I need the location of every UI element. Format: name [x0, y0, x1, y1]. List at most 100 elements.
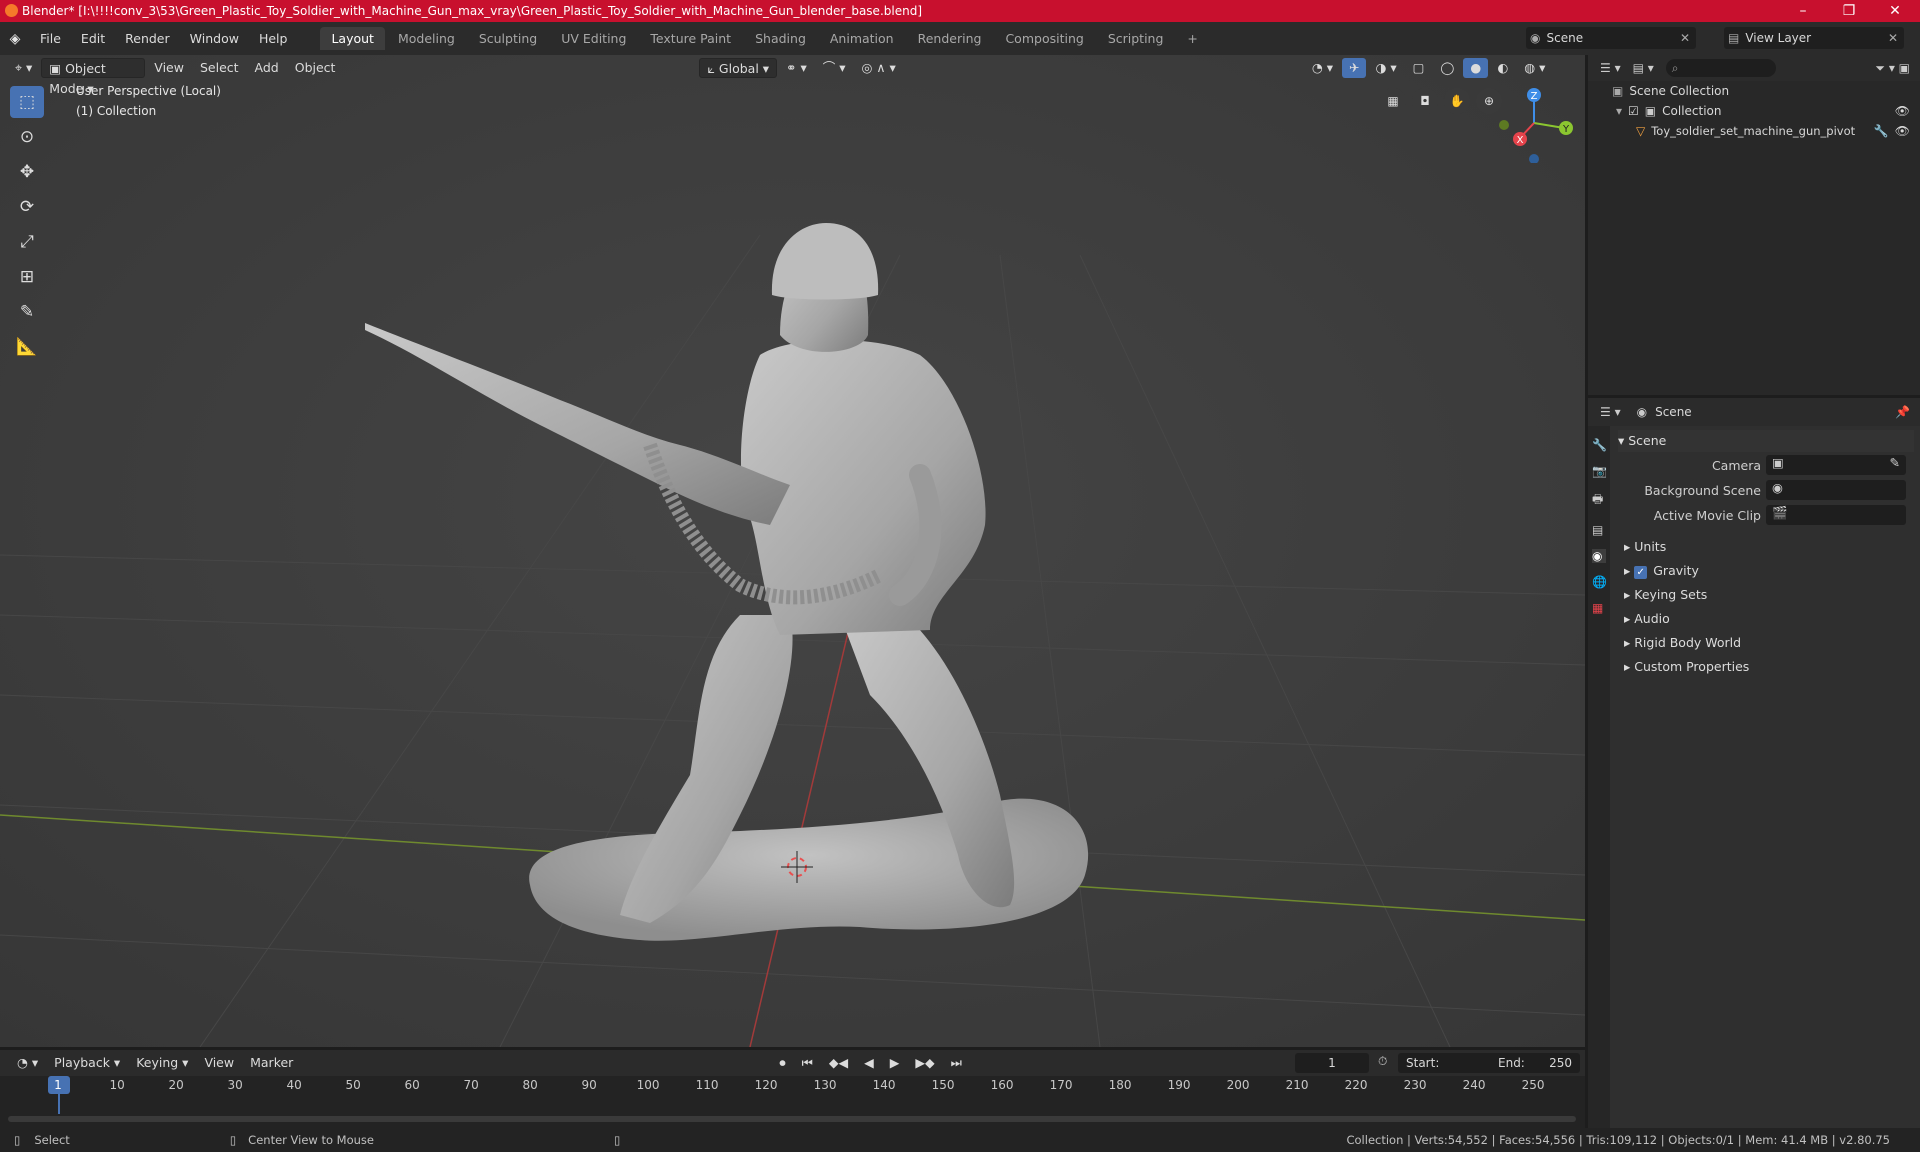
gravity-checkbox[interactable]: ✓ — [1634, 566, 1648, 579]
view-layer-tab-icon[interactable]: ▤ — [1592, 523, 1606, 537]
properties-editor-icon[interactable]: ☰ ▾ — [1600, 405, 1621, 419]
menu-keying[interactable]: Keying ▾ — [129, 1053, 195, 1073]
tab-texture-paint[interactable]: Texture Paint — [639, 27, 742, 50]
object-visibility-icon[interactable]: 👁 — [1895, 121, 1910, 141]
custom-properties-panel[interactable]: ▸ Custom Properties — [1624, 656, 1920, 678]
active-movie-clip-field[interactable]: 🎬 — [1766, 505, 1906, 525]
outliner-row-collection[interactable]: ▾ ☑ ▣ Collection 👁 — [1616, 101, 1916, 121]
transform-tool-icon[interactable]: ⊞ — [10, 261, 44, 293]
close-button[interactable]: ✕ — [1872, 0, 1918, 22]
modifier-wrench-icon[interactable]: 🔧 — [1874, 121, 1889, 141]
measure-tool-icon[interactable]: 📐 — [10, 331, 44, 363]
maximize-button[interactable]: ❐ — [1826, 0, 1872, 22]
preview-range-icon[interactable]: ⏱ — [1378, 1054, 1387, 1069]
orientation-gizmo[interactable]: Z Y X — [1494, 83, 1574, 163]
menu-timeline-view[interactable]: View — [197, 1053, 241, 1073]
collection-checkbox[interactable]: ☑ — [1628, 101, 1639, 121]
tab-scripting[interactable]: Scripting — [1097, 27, 1175, 50]
keying-sets-panel[interactable]: ▸ Keying Sets — [1624, 584, 1920, 606]
scene-selector[interactable]: ◉ Scene ✕ — [1526, 27, 1696, 49]
units-panel[interactable]: ▸ Units — [1624, 536, 1920, 558]
outliner-search-input[interactable]: ⌕ — [1665, 59, 1776, 77]
record-button[interactable]: ⏺ — [772, 1053, 792, 1073]
tab-sculpting[interactable]: Sculpting — [468, 27, 548, 50]
display-mode-icon[interactable]: ▤ ▾ — [1633, 61, 1654, 75]
menu-window[interactable]: Window — [180, 31, 249, 46]
gravity-panel[interactable]: ▸ ✓ Gravity — [1624, 560, 1920, 582]
gizmo-toggle-icon[interactable]: ✈ — [1341, 58, 1367, 78]
pan-hand-icon[interactable]: ✋ — [1444, 88, 1470, 114]
minimize-button[interactable]: – — [1780, 0, 1826, 22]
scene-panel-header[interactable]: ▾ Scene — [1618, 430, 1914, 452]
menu-help[interactable]: Help — [249, 31, 298, 46]
menu-file[interactable]: File — [30, 31, 71, 46]
menu-marker[interactable]: Marker — [243, 1053, 300, 1073]
editor-type-icon[interactable]: ⌖ ▾ — [8, 58, 39, 78]
transform-orientation-selector[interactable]: ⟀ Global ▾ — [699, 58, 778, 78]
texture-tab-icon[interactable]: ▦ — [1592, 601, 1606, 615]
gizmo-neg-y[interactable] — [1499, 120, 1509, 130]
prev-keyframe-button[interactable]: ◆◀ — [822, 1053, 855, 1073]
tab-rendering[interactable]: Rendering — [907, 27, 993, 50]
background-scene-field[interactable]: ◉ — [1766, 480, 1906, 500]
menu-playback[interactable]: Playback ▾ — [47, 1053, 127, 1073]
menu-view[interactable]: View — [147, 58, 191, 78]
outliner-editor-icon[interactable]: ☰ ▾ — [1600, 61, 1621, 75]
tab-compositing[interactable]: Compositing — [994, 27, 1094, 50]
snap-icon[interactable]: ⌒ ▾ — [816, 58, 853, 78]
blender-menu-icon[interactable]: ◈ — [0, 31, 30, 47]
tab-layout[interactable]: Layout — [320, 27, 385, 50]
menu-select[interactable]: Select — [193, 58, 246, 78]
select-box-tool-icon[interactable]: ⬚ — [10, 86, 44, 118]
wireframe-shading-icon[interactable]: ◯ — [1433, 58, 1461, 78]
visibility-icon[interactable]: ◔ ▾ — [1305, 58, 1340, 78]
tool-tab-icon[interactable]: 🔧 — [1592, 438, 1607, 452]
scene-tab-active-icon[interactable]: ◉ — [1592, 549, 1606, 563]
collection-visibility-icon[interactable]: 👁 — [1895, 101, 1910, 121]
end-frame-field[interactable]: End: 250 — [1490, 1053, 1580, 1073]
tab-uv-editing[interactable]: UV Editing — [550, 27, 637, 50]
pivot-point-icon[interactable]: ⚭ ▾ — [779, 58, 814, 78]
tab-animation[interactable]: Animation — [819, 27, 905, 50]
menu-render[interactable]: Render — [115, 31, 180, 46]
scene-close-icon[interactable]: ✕ — [1680, 31, 1690, 45]
render-tab-icon[interactable]: 📷 — [1592, 464, 1607, 478]
tab-shading[interactable]: Shading — [744, 27, 817, 50]
gizmo-neg-z[interactable] — [1529, 154, 1539, 163]
view-layer-selector[interactable]: ▤ View Layer ✕ — [1724, 27, 1904, 49]
next-keyframe-button[interactable]: ▶◆ — [908, 1053, 941, 1073]
view-layer-close-icon[interactable]: ✕ — [1888, 31, 1898, 45]
xray-toggle-icon[interactable]: ▢ — [1406, 58, 1432, 78]
tab-modeling[interactable]: Modeling — [387, 27, 466, 50]
rendered-shading-icon[interactable]: ◍ ▾ — [1517, 58, 1552, 78]
current-frame-field[interactable]: 1 — [1295, 1053, 1369, 1073]
rigid-body-world-panel[interactable]: ▸ Rigid Body World — [1624, 632, 1920, 654]
solid-shading-icon[interactable]: ● — [1463, 58, 1489, 78]
jump-end-button[interactable]: ⏭ — [944, 1053, 969, 1073]
material-shading-icon[interactable]: ◐ — [1490, 58, 1515, 78]
filter-icon[interactable]: ⏷ ▾ ▣ — [1875, 61, 1910, 76]
camera-field[interactable]: ▣ ✎ — [1766, 455, 1906, 475]
timeline-scrollbar[interactable] — [8, 1116, 1576, 1122]
world-tab-icon[interactable]: 🌐 — [1592, 575, 1607, 589]
audio-panel[interactable]: ▸ Audio — [1624, 608, 1920, 630]
expand-arrow-icon[interactable]: ▾ — [1616, 101, 1622, 121]
play-reverse-button[interactable]: ◀ — [857, 1053, 881, 1073]
pin-icon[interactable]: 📌 — [1895, 405, 1910, 419]
overlay-toggle-icon[interactable]: ◑ ▾ — [1368, 58, 1403, 78]
add-workspace-button[interactable]: + — [1176, 27, 1208, 50]
cursor-tool-icon[interactable]: ⊙ — [10, 121, 44, 153]
menu-edit[interactable]: Edit — [71, 31, 115, 46]
move-tool-icon[interactable]: ✥ — [10, 156, 44, 188]
menu-add[interactable]: Add — [248, 58, 286, 78]
output-tab-icon[interactable]: 🖶 — [1592, 490, 1606, 511]
outliner-row-object[interactable]: ▽ Toy_soldier_set_machine_gun_pivot 🔧 👁 — [1636, 121, 1916, 141]
proportional-editing-icon[interactable]: ◎ ∧ ▾ — [855, 58, 903, 78]
menu-object[interactable]: Object — [288, 58, 343, 78]
outliner-row-scene-collection[interactable]: ▣ Scene Collection — [1612, 81, 1729, 101]
timeline-track-area[interactable]: 1 10 20 30 40 50 60 70 80 90 100 110 120 130 140 150 160… — [0, 1076, 1585, 1128]
grid-view-icon[interactable]: ▦ — [1380, 88, 1406, 114]
rotate-tool-icon[interactable]: ⟳ — [10, 191, 44, 223]
mode-selector[interactable]: ▣ Object Mode ▾ — [41, 58, 146, 96]
3d-viewport[interactable]: User Perspective (Local) (1) Collection … — [0, 55, 1585, 1047]
